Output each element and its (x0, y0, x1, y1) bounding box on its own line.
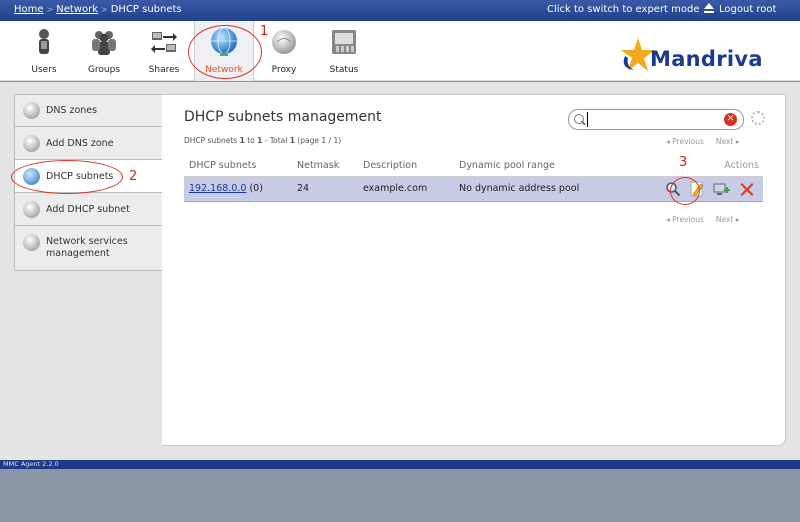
breadcrumb-separator-icon: > (46, 5, 54, 14)
proxy-icon (272, 30, 296, 54)
count-to-word: to (247, 136, 255, 145)
column-header: Description (358, 156, 454, 177)
annotation-circle (188, 25, 262, 79)
search-icon (574, 114, 584, 124)
expert-mode-link[interactable]: Click to switch to expert mode (547, 4, 700, 15)
toolbar-users[interactable]: Users (14, 21, 74, 81)
count-to: 1 (257, 136, 263, 145)
column-header: Actions (644, 156, 763, 177)
groups-icon (92, 31, 116, 55)
logo-text: Mandriva (650, 47, 763, 71)
column-header: Netmask (292, 156, 358, 177)
toolbar-shares-label: Shares (148, 65, 180, 75)
actions-cell (644, 175, 763, 202)
toolbar-shares[interactable]: Shares (134, 21, 194, 81)
toolbar-proxy-label: Proxy (271, 65, 297, 75)
eject-icon (703, 3, 715, 15)
sidebar-item-add-dns-zone[interactable]: Add DNS zone (14, 127, 163, 160)
previous-link[interactable]: Previous (666, 215, 704, 224)
result-count: DHCP subnets 1 to 1 - Total 1 (page 1 / … (184, 136, 341, 145)
clear-search-icon[interactable]: ✕ (724, 113, 737, 126)
annotation-circle (11, 160, 123, 194)
sidebar-item-dns-zones[interactable]: DNS zones (14, 94, 163, 127)
search-input[interactable] (587, 112, 717, 127)
pager-top: Previous Next (666, 137, 740, 146)
breadcrumb-current: DHCP subnets (110, 4, 182, 15)
pool-cell: No dynamic address pool (454, 175, 644, 202)
logout-label: Logout root (719, 3, 777, 15)
count-total-label: - Total (264, 136, 288, 145)
sidebar-item-label: DNS zones (46, 105, 98, 116)
table-header-row: DHCP subnets Netmask Description Dynamic… (184, 156, 763, 177)
globe-grey-icon (23, 102, 40, 119)
toolbar-groups[interactable]: Groups (74, 21, 134, 81)
delete-icon[interactable] (739, 181, 755, 197)
page-title: DHCP subnets management (184, 109, 382, 125)
count-prefix: DHCP subnets (184, 136, 238, 145)
add-host-icon[interactable] (713, 181, 731, 197)
netmask-cell: 24 (292, 175, 358, 202)
mandriva-logo: Mandriva (618, 36, 788, 76)
breadcrumb: Home > Network > DHCP subnets (14, 4, 182, 15)
breadcrumb-separator-icon: > (101, 5, 108, 14)
breadcrumb-home[interactable]: Home (14, 4, 44, 15)
annotation-number: 2 (129, 169, 138, 184)
top-bar: Home > Network > DHCP subnets Click to switc… (0, 0, 800, 21)
bottom-area (0, 469, 800, 522)
sidebar-item-label: Add DNS zone (46, 137, 114, 149)
toolbar-users-label: Users (31, 65, 57, 75)
toolbar-groups-label: Groups (87, 65, 121, 75)
description-cell: example.com (358, 175, 454, 202)
globe-add-icon (23, 200, 40, 218)
count-page: (page 1 / 1) (297, 136, 342, 145)
toolbar-status[interactable]: Status (314, 21, 374, 81)
loading-spinner-icon (751, 111, 765, 125)
count-total: 1 (289, 136, 295, 145)
sidebar-item-label: Network services management (46, 236, 128, 259)
previous-link[interactable]: Previous (666, 137, 704, 146)
pager-bottom: Previous Next (666, 215, 740, 224)
globe-grey-icon (23, 234, 40, 251)
column-header: Dynamic pool range (454, 156, 644, 177)
subnet-link[interactable]: 192.168.0.0 (189, 183, 246, 194)
next-link[interactable]: Next (716, 137, 740, 146)
search-box: ✕ (568, 109, 744, 130)
sidebar-item-add-dhcp-subnet[interactable]: Add DHCP subnet (14, 193, 163, 226)
annotation-circle (670, 177, 700, 205)
subnet-cell: 192.168.0.0 (0) (184, 175, 292, 202)
breadcrumb-network[interactable]: Network (56, 4, 98, 15)
shares-icon (151, 32, 177, 53)
sidebar-item-network-services[interactable]: Network services management (14, 226, 163, 271)
content-panel: DHCP subnets management DHCP subnets 1 t… (162, 94, 786, 446)
globe-add-icon (23, 134, 40, 152)
status-icon (332, 30, 356, 54)
sidebar-item-label: Add DHCP subnet (46, 203, 130, 215)
annotation-number: 3 (679, 155, 688, 170)
footer-version: MMC Agent 2.2.0 (0, 460, 800, 469)
toolbar-status-label: Status (329, 65, 359, 75)
column-header: DHCP subnets (184, 156, 292, 177)
logout-link[interactable]: Logout root (703, 3, 776, 15)
annotation-number: 1 (260, 24, 269, 39)
next-link[interactable]: Next (716, 215, 740, 224)
users-icon (39, 29, 49, 54)
count-from: 1 (239, 136, 245, 145)
subnet-count: (0) (249, 183, 263, 194)
